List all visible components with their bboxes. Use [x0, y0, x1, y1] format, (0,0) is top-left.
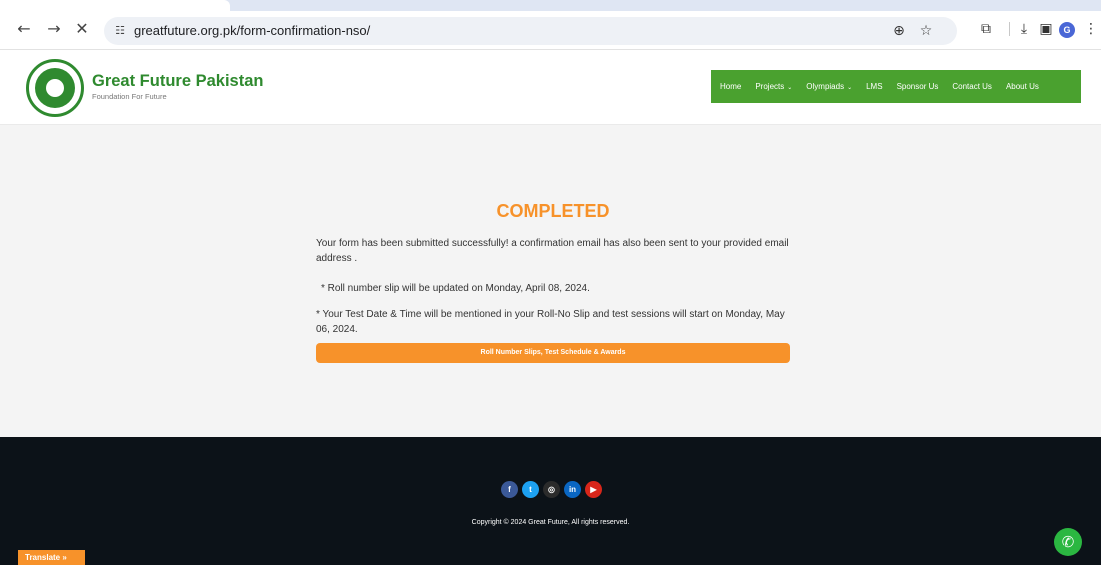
browser-menu-icon[interactable]: ⋮: [1081, 19, 1101, 39]
menu-item-sponsor-us[interactable]: Sponsor Us: [897, 82, 939, 91]
zoom-icon[interactable]: ⊕: [890, 22, 908, 40]
download-icon[interactable]: ⤓: [1014, 19, 1034, 39]
tab-strip: [0, 0, 1101, 11]
profile-avatar[interactable]: G: [1059, 22, 1075, 38]
logo-center: [46, 79, 64, 97]
youtube-icon[interactable]: ▶: [585, 481, 602, 498]
menu-label: Home: [720, 82, 742, 91]
forward-icon[interactable]: →: [44, 19, 64, 39]
site-info-icon[interactable]: ☷: [112, 23, 128, 39]
whatsapp-icon[interactable]: ✆: [1054, 528, 1082, 556]
site-header: Great Future Pakistan Foundation For Fut…: [0, 50, 1101, 125]
menu-label: About Us: [1005, 82, 1039, 91]
chevron-down-icon: ⌄: [847, 84, 853, 91]
brand-title[interactable]: Great Future Pakistan: [92, 72, 263, 91]
twitter-icon[interactable]: t: [522, 481, 539, 498]
main-menu: Home Projects ⌄ Olympiads ⌄ LMS Sponsor Us…: [711, 70, 1081, 103]
menu-item-olympiads[interactable]: Olympiads ⌄: [806, 82, 852, 91]
menu-label: Projects: [755, 82, 785, 91]
linkedin-icon[interactable]: in: [564, 481, 581, 498]
social-links: f t ◎ in ▶: [501, 481, 606, 498]
facebook-icon[interactable]: f: [501, 481, 518, 498]
address-bar[interactable]: ☷ greatfuture.org.pk/form-confirmation-n…: [104, 17, 957, 45]
site-logo[interactable]: [26, 59, 84, 117]
translate-button[interactable]: Translate »: [18, 550, 85, 565]
menu-item-about-us[interactable]: About Us: [1006, 82, 1039, 91]
menu-item-lms[interactable]: LMS: [866, 82, 882, 91]
menu-label: Sponsor Us: [896, 82, 939, 91]
site-footer: f t ◎ in ▶ Copyright © 2024 Great Future…: [0, 437, 1101, 565]
url-text[interactable]: greatfuture.org.pk/form-confirmation-nso…: [134, 23, 370, 38]
menu-item-home[interactable]: Home: [720, 82, 741, 91]
menu-item-contact-us[interactable]: Contact Us: [952, 82, 992, 91]
main-content: COMPLETED Your form has been submitted s…: [0, 126, 1101, 437]
roll-number-slips-button[interactable]: Roll Number Slips, Test Schedule & Award…: [316, 343, 790, 363]
back-icon[interactable]: ←: [14, 19, 34, 39]
active-tab[interactable]: [0, 0, 230, 11]
side-panel-icon[interactable]: ▣: [1036, 19, 1056, 39]
stop-icon[interactable]: ✕: [72, 19, 92, 39]
toolbar-divider: [1009, 22, 1010, 36]
browser-toolbar: ← → ✕ ☷ greatfuture.org.pk/form-confirma…: [0, 0, 1101, 50]
menu-item-projects[interactable]: Projects ⌄: [755, 82, 792, 91]
menu-label: Contact Us: [952, 82, 992, 91]
roll-slip-note: * Roll number slip will be updated on Mo…: [321, 283, 590, 294]
bookmark-star-icon[interactable]: ☆: [917, 22, 935, 40]
test-date-note: * Your Test Date & Time will be mentione…: [316, 309, 785, 335]
extensions-icon[interactable]: ⧉: [976, 19, 996, 39]
brand-tagline: Foundation For Future: [92, 92, 167, 101]
confirmation-message: Your form has been submitted successfull…: [316, 238, 789, 264]
page-title: COMPLETED: [496, 201, 610, 221]
logo-emblem: [35, 68, 75, 108]
menu-label: LMS: [866, 82, 883, 91]
instagram-icon[interactable]: ◎: [543, 481, 560, 498]
copyright-text: Copyright © 2024 Great Future, All right…: [471, 519, 630, 526]
chevron-down-icon: ⌄: [787, 84, 793, 91]
menu-label: Olympiads: [806, 82, 845, 91]
